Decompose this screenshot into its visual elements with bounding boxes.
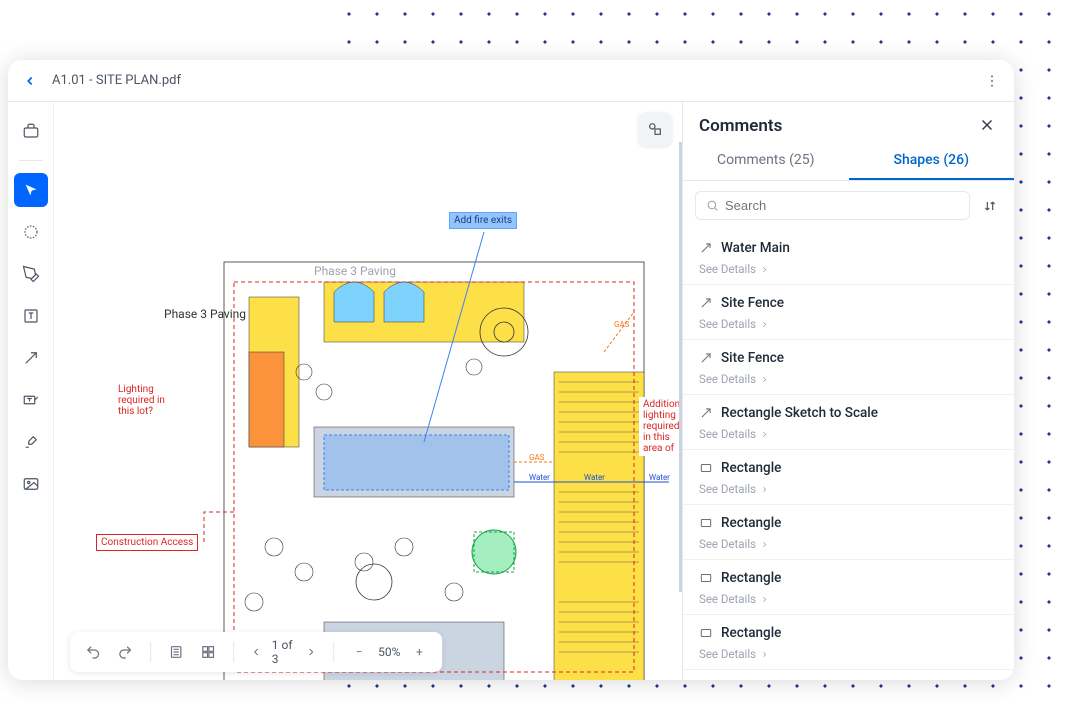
label-phase3b: Phase 3 Paving	[314, 264, 396, 278]
page-indicator: 1 of 3	[272, 638, 296, 666]
topbar: A1.01 - SITE PLAN.pdf	[8, 60, 1014, 102]
app-window: A1.01 - SITE PLAN.pdf	[8, 60, 1014, 680]
svg-text:Water: Water	[529, 473, 550, 482]
arrow-icon	[699, 406, 713, 420]
rectangle-icon	[699, 571, 713, 585]
highlighter-tool[interactable]	[14, 425, 48, 459]
see-details-link[interactable]: See Details	[699, 317, 998, 331]
arrow-icon	[699, 241, 713, 255]
file-title: A1.01 - SITE PLAN.pdf	[52, 73, 181, 88]
rectangle-icon	[699, 626, 713, 640]
callout-lighting[interactable]: Lighting required in this lot?	[114, 382, 184, 419]
search-icon	[706, 199, 719, 212]
shape-name: Site Fence	[721, 350, 784, 366]
bottom-toolbar: 1 of 3 − 50% +	[70, 632, 442, 672]
rectangle-icon	[699, 516, 713, 530]
tool-sidebar	[8, 102, 54, 680]
shape-name: Rectangle	[721, 515, 781, 531]
tab-comments[interactable]: Comments (25)	[683, 142, 849, 180]
separator	[19, 160, 43, 161]
arrow-tool[interactable]	[14, 341, 48, 375]
redo-button[interactable]	[112, 639, 138, 665]
shape-list-item[interactable]: Site Fence See Details	[683, 285, 1014, 340]
search-box[interactable]	[695, 191, 970, 220]
canvas-area[interactable]: GAS GAS Water Water Water	[54, 102, 682, 680]
image-tool[interactable]	[14, 467, 48, 501]
panel-title: Comments	[699, 116, 978, 136]
shape-name: Rectangle Sketch to Scale	[721, 405, 878, 421]
shapes-panel-toggle[interactable]	[638, 112, 672, 146]
view-single-button[interactable]	[163, 639, 189, 665]
zoom-indicator: 50%	[378, 645, 400, 659]
select-tool[interactable]	[14, 173, 48, 207]
scroll-indicator	[679, 142, 682, 592]
comments-panel: Comments Comments (25) Shapes (26) Water…	[682, 102, 1014, 680]
more-menu-button[interactable]	[980, 69, 1004, 93]
back-button[interactable]	[18, 69, 42, 93]
search-input[interactable]	[725, 198, 959, 213]
shape-list-item[interactable]: Rectangle See Details	[683, 560, 1014, 615]
shape-name: Rectangle	[721, 460, 781, 476]
label-phase3a: Phase 3 Paving	[164, 307, 246, 321]
shape-list-item[interactable]: Rectangle Sketch to Scale See Details	[683, 395, 1014, 450]
toolbox-button[interactable]	[14, 114, 48, 148]
tab-shapes[interactable]: Shapes (26)	[849, 142, 1015, 180]
see-details-link[interactable]: See Details	[699, 372, 998, 386]
see-details-link[interactable]: See Details	[699, 592, 998, 606]
svg-text:GAS: GAS	[529, 453, 545, 462]
shape-list-item[interactable]: Rectangle See Details	[683, 505, 1014, 560]
text-tool[interactable]	[14, 299, 48, 333]
cloud-tool[interactable]	[14, 215, 48, 249]
panel-close-button[interactable]	[978, 116, 998, 136]
shape-list[interactable]: Water Main See Details Site Fence See Deta…	[683, 230, 1014, 680]
svg-text:Water: Water	[584, 473, 605, 482]
prev-page-button[interactable]	[246, 639, 266, 665]
zoom-in-button[interactable]: +	[406, 639, 432, 665]
see-details-link[interactable]: See Details	[699, 482, 998, 496]
zoom-out-button[interactable]: −	[346, 639, 372, 665]
svg-text:GAS: GAS	[614, 320, 630, 329]
shape-list-item[interactable]: Rectangle See Details	[683, 450, 1014, 505]
arrow-icon	[699, 296, 713, 310]
see-details-link[interactable]: See Details	[699, 647, 998, 661]
shape-name: Water Main	[721, 240, 790, 256]
textbox-tool[interactable]	[14, 383, 48, 417]
shape-name: Site Fence	[721, 295, 784, 311]
see-details-link[interactable]: See Details	[699, 262, 998, 276]
shape-list-item[interactable]: Rectangle See Details	[683, 615, 1014, 670]
callout-construction[interactable]: Construction Access	[96, 534, 198, 551]
see-details-link[interactable]: See Details	[699, 427, 998, 441]
callout-fire-exits[interactable]: Add fire exits	[449, 212, 517, 229]
rectangle-icon	[699, 461, 713, 475]
svg-text:Water: Water	[649, 473, 670, 482]
callout-additional-lighting[interactable]: Additional lighting required in this are…	[639, 397, 682, 456]
view-grid-button[interactable]	[195, 639, 221, 665]
sort-button[interactable]	[978, 194, 1002, 218]
arrow-icon	[699, 351, 713, 365]
panel-tabs: Comments (25) Shapes (26)	[683, 142, 1014, 181]
next-page-button[interactable]	[301, 639, 321, 665]
undo-button[interactable]	[80, 639, 106, 665]
shape-name: Rectangle	[721, 625, 781, 641]
shape-list-item[interactable]: Water Main See Details	[683, 230, 1014, 285]
shape-list-item[interactable]: Site Fence See Details	[683, 340, 1014, 395]
see-details-link[interactable]: See Details	[699, 537, 998, 551]
pen-tool[interactable]	[14, 257, 48, 291]
shape-name: Rectangle	[721, 570, 781, 586]
